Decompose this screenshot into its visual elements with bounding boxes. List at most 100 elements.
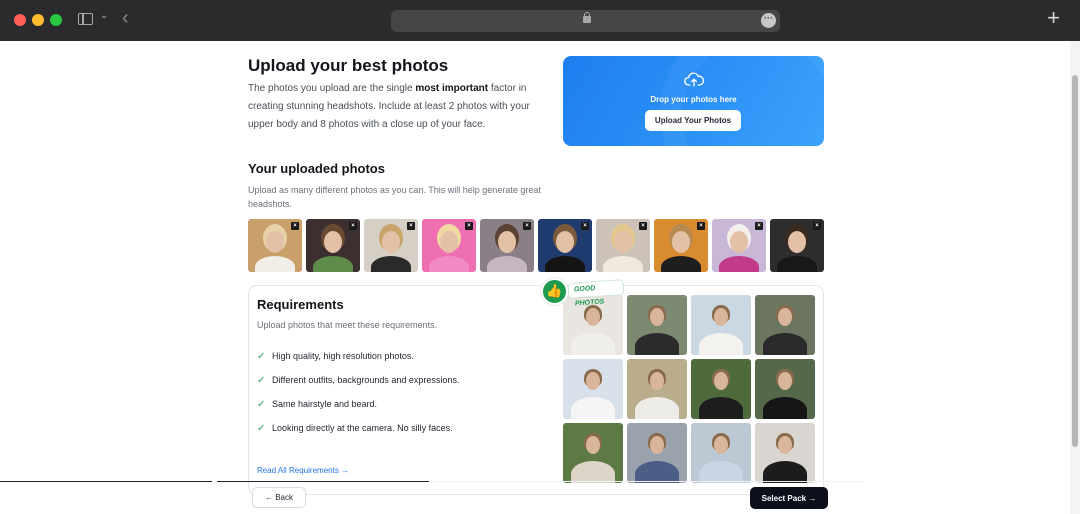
requirement-text: High quality, high resolution photos. (272, 351, 414, 361)
photo-subject-body (635, 333, 679, 355)
upload-intro: The photos you upload are the single mos… (248, 83, 530, 130)
thumbs-up-icon: 👍 (541, 278, 568, 305)
check-icon: ✓ (257, 350, 266, 362)
photo-subject-body (763, 461, 807, 483)
close-window-button[interactable] (14, 14, 26, 26)
cloud-upload-icon (684, 72, 704, 87)
photo-subject-head (324, 231, 342, 253)
photo-subject-body (371, 256, 411, 272)
photo-subject-head (614, 231, 632, 253)
uploaded-photo[interactable]: × (596, 219, 650, 272)
photo-subject-body (777, 256, 817, 272)
more-options-icon[interactable]: ··· (761, 13, 776, 28)
photo-subject-head (586, 372, 600, 390)
requirements-title: Requirements (257, 297, 344, 312)
photo-dropzone[interactable]: Drop your photos here Upload Your Photos (563, 56, 824, 146)
photo-subject-head (714, 436, 728, 454)
photo-subject-body (603, 256, 643, 272)
photo-subject-head (672, 231, 690, 253)
remove-photo-button[interactable]: × (639, 222, 647, 230)
remove-photo-button[interactable]: × (407, 222, 415, 230)
uploaded-photo[interactable]: × (770, 219, 824, 272)
scrollbar-thumb[interactable] (1072, 75, 1078, 447)
lock-icon (583, 12, 591, 23)
example-photo (627, 295, 687, 355)
example-photo (755, 423, 815, 483)
photo-subject-head (730, 231, 748, 253)
photo-subject-head (440, 231, 458, 253)
example-photo (627, 359, 687, 419)
photo-subject-head (714, 372, 728, 390)
requirements-description: Upload photos that meet these requiremen… (257, 320, 438, 330)
remove-photo-button[interactable]: × (349, 222, 357, 230)
uploaded-photo[interactable]: × (306, 219, 360, 272)
photo-subject-head (556, 231, 574, 253)
photo-subject-head (382, 231, 400, 253)
photo-subject-body (255, 256, 295, 272)
example-photo (691, 359, 751, 419)
check-icon: ✓ (257, 398, 266, 410)
photo-subject-body (699, 333, 743, 355)
requirement-item: ✓ Different outfits, backgrounds and expr… (257, 368, 459, 392)
progress-segment-1 (0, 481, 212, 482)
photo-subject-head (498, 231, 516, 253)
requirement-text: Same hairstyle and beard. (272, 399, 378, 409)
select-pack-button[interactable]: Select Pack → (750, 487, 828, 509)
uploaded-photos-strip: × × × × × × × × × × (248, 219, 825, 273)
good-photos-label: GOOD PHOTOS (567, 279, 625, 307)
remove-photo-button[interactable]: × (465, 222, 473, 230)
remove-photo-button[interactable]: × (755, 222, 763, 230)
photo-subject-head (650, 436, 664, 454)
uploaded-photo[interactable]: × (654, 219, 708, 272)
remove-photo-button[interactable]: × (523, 222, 531, 230)
progress-segment-2 (217, 481, 429, 482)
photo-subject-body (487, 256, 527, 272)
photo-subject-head (788, 231, 806, 253)
intro-emphasis: most important (415, 83, 489, 94)
photo-subject-head (266, 231, 284, 253)
photo-subject-body (313, 256, 353, 272)
example-photo (691, 423, 751, 483)
example-photo (755, 359, 815, 419)
progress-segment-remaining (434, 481, 864, 482)
photo-subject-body (699, 397, 743, 419)
remove-photo-button[interactable]: × (697, 222, 705, 230)
uploaded-photo[interactable]: × (422, 219, 476, 272)
photo-subject-body (661, 256, 701, 272)
uploaded-photo[interactable]: × (480, 219, 534, 272)
chevron-down-icon[interactable]: ⌄ (100, 10, 108, 21)
back-button[interactable]: ← Back (252, 487, 306, 508)
browser-toolbar: ⌄ ‹ ··· + (0, 0, 1080, 41)
maximize-window-button[interactable] (50, 14, 62, 26)
photo-subject-head (714, 308, 728, 326)
photo-subject-head (778, 372, 792, 390)
uploaded-photo[interactable]: × (248, 219, 302, 272)
uploaded-photo[interactable]: × (712, 219, 766, 272)
check-icon: ✓ (257, 422, 266, 434)
photo-subject-body (429, 256, 469, 272)
example-photo (691, 295, 751, 355)
new-tab-button[interactable]: + (1047, 7, 1060, 29)
good-photos-grid (563, 295, 815, 483)
photo-subject-head (778, 308, 792, 326)
photo-subject-head (650, 372, 664, 390)
upload-photos-button[interactable]: Upload Your Photos (645, 110, 741, 131)
remove-photo-button[interactable]: × (813, 222, 821, 230)
sidebar-toggle-icon[interactable] (78, 13, 93, 25)
photo-subject-body (635, 461, 679, 483)
uploaded-photos-title: Your uploaded photos (248, 161, 385, 176)
requirement-item: ✓ Same hairstyle and beard. (257, 392, 459, 416)
requirement-item: ✓ Looking directly at the camera. No sill… (257, 416, 459, 440)
example-photo (563, 359, 623, 419)
minimize-window-button[interactable] (32, 14, 44, 26)
remove-photo-button[interactable]: × (581, 222, 589, 230)
uploaded-photo[interactable]: × (538, 219, 592, 272)
browser-back-button[interactable]: ‹ (122, 8, 129, 28)
read-all-requirements-link[interactable]: Read All Requirements → (257, 466, 349, 475)
address-bar[interactable]: ··· (391, 10, 780, 32)
remove-photo-button[interactable]: × (291, 222, 299, 230)
photo-subject-head (586, 308, 600, 326)
requirement-text: Looking directly at the camera. No silly… (272, 423, 453, 433)
uploaded-photo[interactable]: × (364, 219, 418, 272)
requirement-text: Different outfits, backgrounds and expre… (272, 375, 460, 385)
